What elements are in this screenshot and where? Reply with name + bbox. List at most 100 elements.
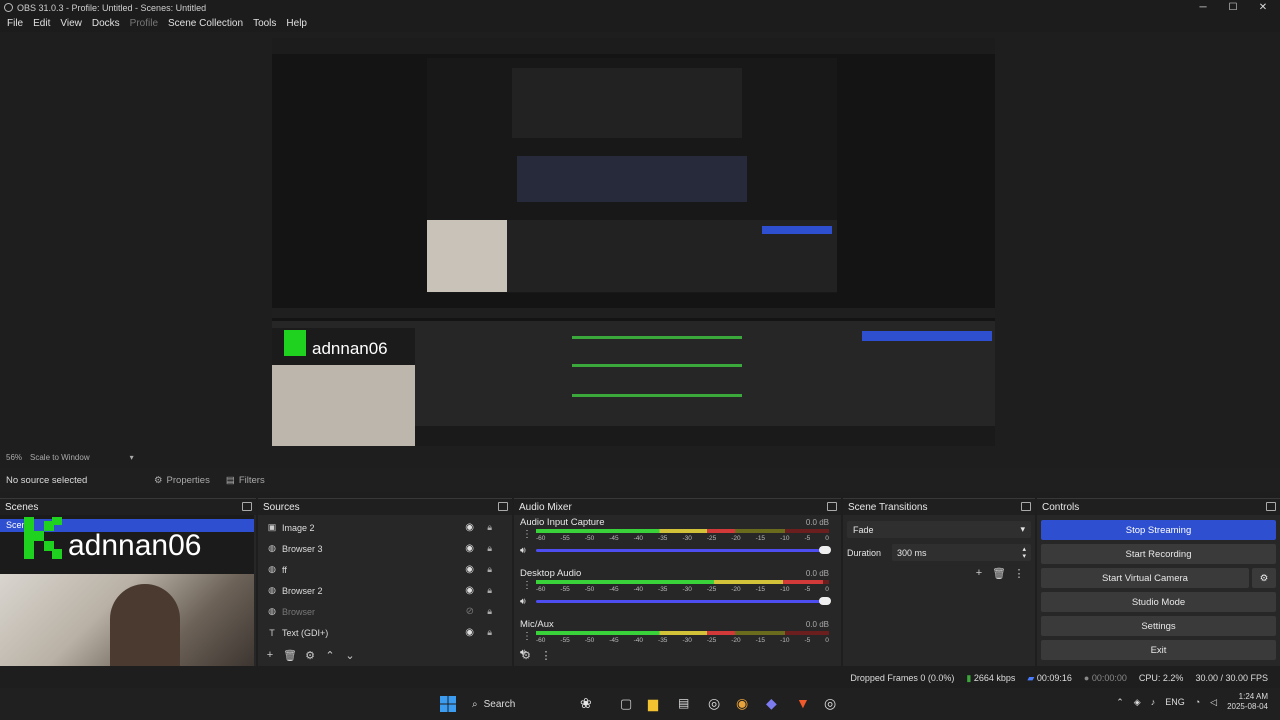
start-recording-button[interactable]: Start Recording: [1041, 544, 1276, 564]
cpu-usage: CPU: 2.2%: [1138, 673, 1184, 683]
maximize-button[interactable]: ☐: [1218, 0, 1248, 15]
more-vertical-icon[interactable]: ⋮: [1009, 565, 1029, 581]
discord-icon[interactable]: ◆: [766, 695, 777, 712]
more-vertical-icon[interactable]: ⋮: [522, 529, 532, 540]
tick-label: -60: [536, 586, 546, 593]
stop-streaming-button[interactable]: Stop Streaming: [1041, 520, 1276, 540]
webcam-feed: [0, 574, 254, 666]
duration-spinbox[interactable]: 300 ms ▴ ▾: [892, 544, 1031, 561]
undock-icon[interactable]: [242, 502, 252, 511]
lock-icon[interactable]: 🔒︎: [487, 522, 492, 533]
eye-icon[interactable]: ◉: [465, 522, 474, 533]
undock-icon[interactable]: [498, 502, 508, 511]
chevron-up-icon[interactable]: ⌃: [320, 647, 340, 663]
lock-icon[interactable]: 🔒︎: [487, 627, 492, 638]
file-explorer-icon[interactable]: ▆: [648, 696, 658, 712]
transition-select[interactable]: Fade ▾: [847, 521, 1031, 538]
no-source-label: No source selected: [6, 474, 88, 486]
virtual-camera-settings-gear-icon[interactable]: ⚙: [1252, 568, 1276, 588]
widgets-icon[interactable]: ❀: [580, 695, 592, 712]
close-button[interactable]: ✕: [1248, 0, 1278, 15]
microphone-icon[interactable]: ♪: [1151, 697, 1156, 707]
more-vertical-icon[interactable]: ⋮: [522, 631, 532, 642]
scale-mode-select[interactable]: Scale to Window: [30, 453, 90, 462]
terminal-icon[interactable]: ▤: [678, 696, 689, 710]
chrome-icon[interactable]: ◉: [736, 695, 748, 712]
undock-icon[interactable]: [1266, 502, 1276, 511]
volume-slider[interactable]: [536, 546, 831, 554]
eye-icon[interactable]: ◉: [465, 564, 474, 575]
menu-scene-collection[interactable]: Scene Collection: [163, 18, 248, 29]
fps: 30.00 / 30.00 FPS: [1195, 673, 1268, 683]
volume-slider[interactable]: [536, 597, 831, 605]
eye-icon[interactable]: ◉: [465, 543, 474, 554]
start-virtual-camera-button[interactable]: Start Virtual Camera: [1041, 568, 1249, 588]
menu-profile[interactable]: Profile: [125, 18, 163, 29]
tick-label: -45: [609, 535, 619, 542]
speaker-icon[interactable]: ◁: [1210, 697, 1217, 708]
tick-label: -20: [731, 535, 741, 542]
more-vertical-icon[interactable]: ⋮: [522, 580, 532, 591]
source-item[interactable]: ▣ Image 2 ◉ 🔒︎: [258, 517, 512, 538]
lock-icon[interactable]: 🔒︎: [487, 543, 492, 554]
menu-file[interactable]: File: [2, 18, 28, 29]
preview-canvas[interactable]: adnnan06: [272, 38, 995, 446]
undock-icon[interactable]: [827, 502, 837, 511]
menu-edit[interactable]: Edit: [28, 18, 55, 29]
trash-icon[interactable]: 🗑︎: [989, 565, 1009, 581]
windows-start-icon[interactable]: [440, 696, 456, 712]
menu-help[interactable]: Help: [281, 18, 312, 29]
add-icon[interactable]: +: [969, 565, 989, 581]
more-vertical-icon[interactable]: ⋮: [536, 647, 556, 663]
lock-icon[interactable]: 🔒︎: [487, 585, 492, 596]
add-icon[interactable]: +: [260, 647, 280, 663]
eye-icon[interactable]: ◉: [465, 627, 474, 638]
studio-mode-button[interactable]: Studio Mode: [1041, 592, 1276, 612]
menu-docks[interactable]: Docks: [87, 18, 125, 29]
lock-icon[interactable]: 🔒︎: [487, 606, 492, 617]
obs-active-icon[interactable]: ◎: [824, 695, 836, 712]
minimize-button[interactable]: ─: [1188, 0, 1218, 15]
undock-icon[interactable]: [1021, 502, 1031, 511]
menu-view[interactable]: View: [55, 18, 87, 29]
tick-label: -30: [682, 637, 692, 644]
language-indicator[interactable]: ENG: [1165, 697, 1185, 707]
meter-ticks: -60 -55 -50 -45 -40 -35 -30 -25 -20 -15 -10 -5 0: [536, 535, 829, 543]
source-label: Browser 3: [282, 543, 323, 554]
properties-button[interactable]: ⚙ Properties: [146, 469, 218, 491]
brave-icon[interactable]: ▼: [796, 695, 810, 711]
source-label: Image 2: [282, 522, 315, 533]
source-item[interactable]: ◍ ff ◉ 🔒︎: [258, 559, 512, 580]
source-item[interactable]: T Text (GDI+) ◉ 🔒︎: [258, 622, 512, 643]
volume-slider-handle[interactable]: [819, 546, 831, 554]
source-item[interactable]: ◍ Browser 3 ◉ 🔒︎: [258, 538, 512, 559]
clock[interactable]: 1:24 AM 2025-08-04: [1227, 692, 1268, 712]
volume-slider-handle[interactable]: [819, 597, 831, 605]
chevron-up-icon[interactable]: ⌃: [1116, 697, 1124, 708]
spin-arrows-icon[interactable]: ▴ ▾: [1022, 546, 1026, 560]
menu-tools[interactable]: Tools: [248, 18, 281, 29]
obs-icon[interactable]: ◎: [708, 695, 720, 712]
meter-ticks: -60 -55 -50 -45 -40 -35 -30 -25 -20 -15 -10 -5 0: [536, 637, 829, 645]
speaker-icon[interactable]: 🔊︎: [520, 596, 526, 607]
level-meter: [536, 529, 829, 533]
window-title: OBS 31.0.3 - Profile: Untitled - Scenes:…: [17, 2, 207, 13]
source-item[interactable]: ◍ Browser ⊘ 🔒︎: [258, 601, 512, 622]
trash-icon[interactable]: 🗑︎: [280, 647, 300, 663]
chevron-down-icon[interactable]: ▾: [130, 453, 134, 462]
wifi-icon[interactable]: ◔: [1195, 697, 1200, 707]
eye-icon[interactable]: ◉: [465, 585, 474, 596]
gear-icon[interactable]: ⚙: [300, 647, 320, 663]
settings-button[interactable]: Settings: [1041, 616, 1276, 636]
gear-icon[interactable]: ⚙: [516, 647, 536, 663]
lock-icon[interactable]: 🔒︎: [487, 564, 492, 575]
network-icon[interactable]: ◈: [1134, 697, 1141, 708]
exit-button[interactable]: Exit: [1041, 640, 1276, 660]
eye-hidden-icon[interactable]: ⊘: [466, 606, 474, 617]
filters-label: Filters: [238, 474, 265, 486]
speaker-icon[interactable]: 🔊︎: [520, 545, 526, 556]
source-item[interactable]: ◍ Browser 2 ◉ 🔒︎: [258, 580, 512, 601]
chevron-down-icon[interactable]: ⌄: [340, 647, 360, 663]
task-view-icon[interactable]: ▢: [620, 696, 632, 712]
filters-button[interactable]: ▤ Filters: [218, 469, 273, 491]
